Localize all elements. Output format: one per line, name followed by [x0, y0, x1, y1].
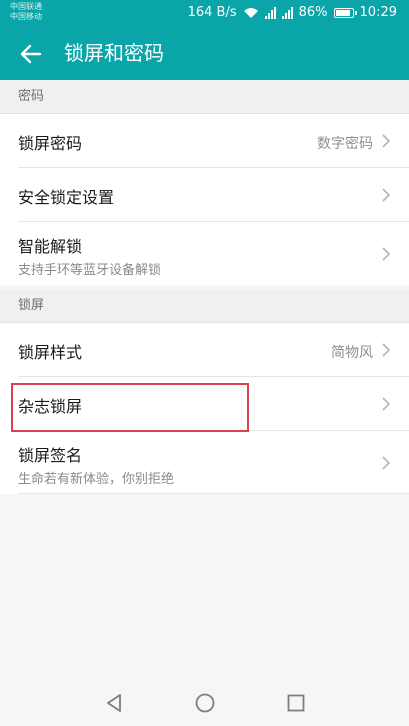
lockscreen-style-value: 简物风	[331, 345, 373, 361]
chevron-right-icon	[382, 188, 391, 202]
security-lock-row[interactable]: 安全锁定设置	[0, 168, 409, 222]
chevron-right-icon	[382, 456, 391, 470]
smart-unlock-row[interactable]: 智能解锁 支持手环等蓝牙设备解锁	[0, 222, 409, 285]
status-indicators: 164 B/s 86% 10:29	[188, 4, 397, 22]
signal-icon-1	[264, 7, 276, 19]
recents-square-icon[interactable]	[285, 692, 307, 714]
back-arrow-icon[interactable]	[18, 41, 44, 67]
security-lock-label: 安全锁定设置	[18, 188, 115, 207]
chevron-right-icon	[382, 397, 391, 411]
divider	[18, 493, 409, 494]
app-bar: 锁屏和密码	[0, 27, 409, 80]
lockscreen-signature-subtitle: 生命若有新体验，你别拒绝	[18, 472, 175, 487]
smart-unlock-label: 智能解锁	[18, 237, 83, 256]
section-header-password: 密码	[0, 80, 409, 114]
lock-password-label: 锁屏密码	[18, 134, 83, 153]
navigation-bar	[0, 680, 409, 726]
wifi-icon	[243, 8, 258, 18]
battery-percent: 86%	[298, 5, 328, 20]
page-title: 锁屏和密码	[64, 41, 164, 65]
chevron-right-icon	[382, 343, 391, 357]
carrier-info: 中国联通 中国移动	[10, 2, 42, 22]
status-bar: 中国联通 中国移动 164 B/s 86% 10:29	[0, 0, 409, 27]
lockscreen-style-label: 锁屏样式	[18, 343, 83, 362]
lockscreen-signature-label: 锁屏签名	[18, 446, 83, 465]
network-speed: 164 B/s	[187, 5, 237, 20]
lock-password-value: 数字密码	[317, 136, 373, 152]
highlight-box	[11, 383, 249, 432]
back-triangle-icon[interactable]	[103, 692, 125, 714]
chevron-right-icon	[382, 134, 391, 148]
lockscreen-signature-row[interactable]: 锁屏签名 生命若有新体验，你别拒绝	[0, 431, 409, 494]
battery-icon	[333, 8, 357, 18]
section-header-lockscreen: 锁屏	[0, 289, 409, 323]
carrier-1: 中国联通	[10, 2, 42, 11]
smart-unlock-subtitle: 支持手环等蓝牙设备解锁	[18, 263, 162, 278]
chevron-right-icon	[382, 247, 391, 261]
lockscreen-style-row[interactable]: 锁屏样式 简物风	[0, 323, 409, 377]
lock-password-row[interactable]: 锁屏密码 数字密码	[0, 114, 409, 168]
clock: 10:29	[359, 5, 397, 20]
home-circle-icon[interactable]	[194, 692, 216, 714]
carrier-2: 中国移动	[10, 12, 42, 21]
signal-icon-2	[281, 7, 293, 19]
